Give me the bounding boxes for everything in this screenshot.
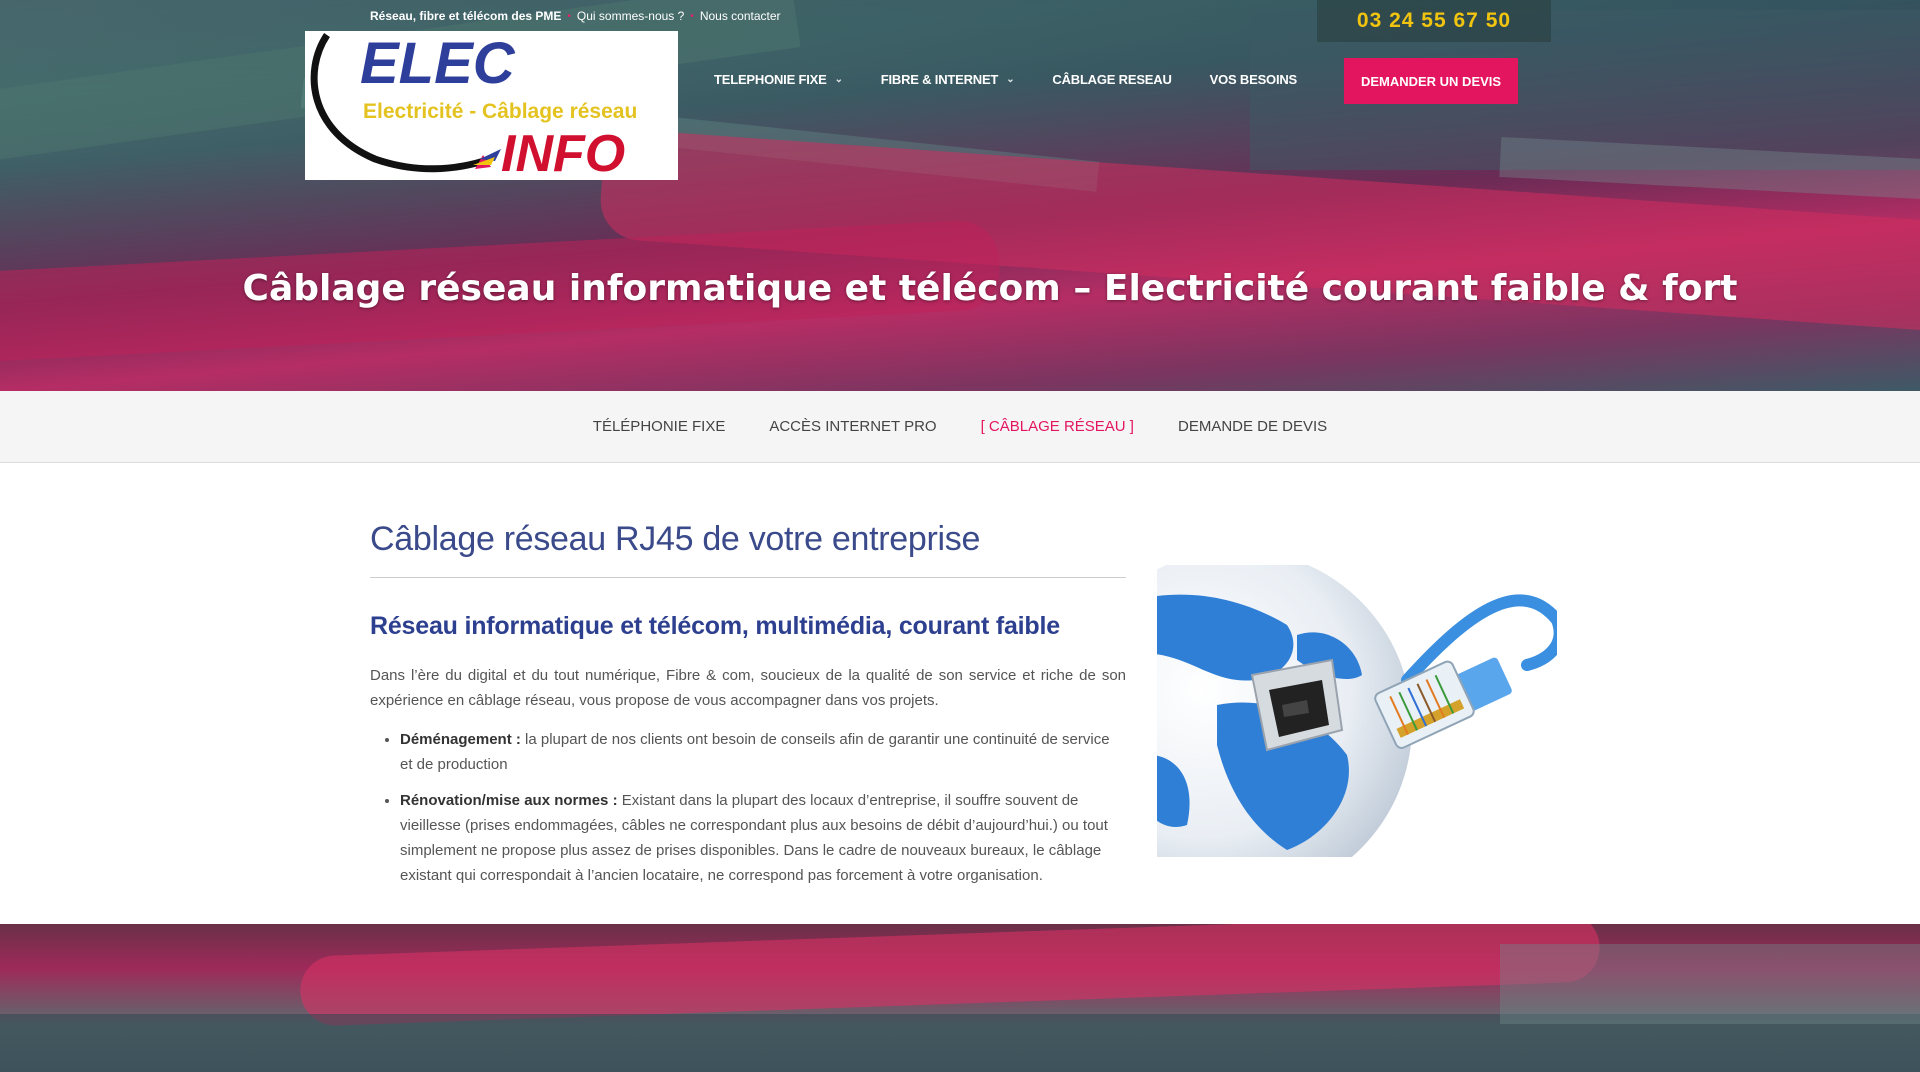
nav-item-cablage[interactable]: CÂBLAGE RESEAU <box>1052 72 1171 87</box>
site-logo[interactable]: ELEC Electricité - Câblage réseau INFO <box>305 31 678 180</box>
sub-nav: TÉLÉPHONIE FIXE ACCÈS INTERNET PRO [ CÂB… <box>0 391 1920 463</box>
globe-rj45-illustration <box>1157 565 1557 857</box>
logo-subtitle: Electricité - Câblage réseau <box>363 100 637 123</box>
tagline: Réseau, fibre et télécom des PME <box>370 9 562 23</box>
page-title: Câblage réseau informatique et télécom –… <box>242 268 1738 309</box>
intro-paragraph: Dans l’ère du digital et du tout numériq… <box>370 667 1126 709</box>
footer-banner <box>0 924 1920 1072</box>
subnav-item-internet[interactable]: ACCÈS INTERNET PRO <box>747 418 958 435</box>
chevron-down-icon: ⌄ <box>1006 73 1015 85</box>
list-item-title: Rénovation/mise aux normes : <box>400 792 618 809</box>
logo-elec: ELEC <box>360 31 516 96</box>
separator-dot: • <box>567 10 571 22</box>
footer-bg-stripe <box>1500 944 1920 1024</box>
hero-banner: Réseau, fibre et télécom des PME • Qui s… <box>0 0 1920 391</box>
logo-info: INFO <box>501 125 625 180</box>
service-list: Déménagement : la plupart de nos clients… <box>370 727 1126 888</box>
nav-item-besoins[interactable]: VOS BESOINS <box>1209 71 1298 87</box>
nav-item-telephonie[interactable]: TELEPHONIE FIXE ⌄ <box>714 72 843 87</box>
subnav-item-telephonie[interactable]: TÉLÉPHONIE FIXE <box>571 418 748 435</box>
list-item: Déménagement : la plupart de nos clients… <box>400 727 1126 777</box>
nav-item-label: VOS BESOINS <box>1209 71 1298 87</box>
subnav-item-cablage[interactable]: [ CÂBLAGE RÉSEAU ] <box>959 418 1156 435</box>
section-subheading: Réseau informatique et télécom, multiméd… <box>370 612 1060 640</box>
nav-item-label: FIBRE & INTERNET <box>880 71 999 87</box>
about-link[interactable]: Qui sommes-nous ? <box>577 9 684 23</box>
section-heading: Câblage réseau RJ45 de votre entreprise <box>370 520 1126 578</box>
separator-dot: • <box>690 10 694 22</box>
phone-number[interactable]: 03 24 55 67 50 <box>1317 0 1551 42</box>
main-content: Câblage réseau RJ45 de votre entreprise … <box>370 520 1126 899</box>
footer-bg-stripe <box>299 924 1601 1027</box>
subnav-item-devis[interactable]: DEMANDE DE DEVIS <box>1156 418 1349 435</box>
nav-item-fibre[interactable]: FIBRE & INTERNET ⌄ <box>881 72 1015 87</box>
list-item-title: Déménagement : <box>400 731 521 748</box>
request-quote-button[interactable]: DEMANDER UN DEVIS <box>1344 58 1518 104</box>
nav-item-label: TELEPHONIE FIXE <box>714 71 827 87</box>
top-bar: Réseau, fibre et télécom des PME • Qui s… <box>370 8 781 24</box>
contact-link[interactable]: Nous contacter <box>700 9 781 23</box>
list-item: Rénovation/mise aux normes : Existant da… <box>400 788 1126 888</box>
main-nav: TELEPHONIE FIXE ⌄ FIBRE & INTERNET ⌄ CÂB… <box>714 70 1335 88</box>
chevron-down-icon: ⌄ <box>834 73 843 85</box>
nav-item-label: CÂBLAGE RESEAU <box>1052 71 1172 87</box>
